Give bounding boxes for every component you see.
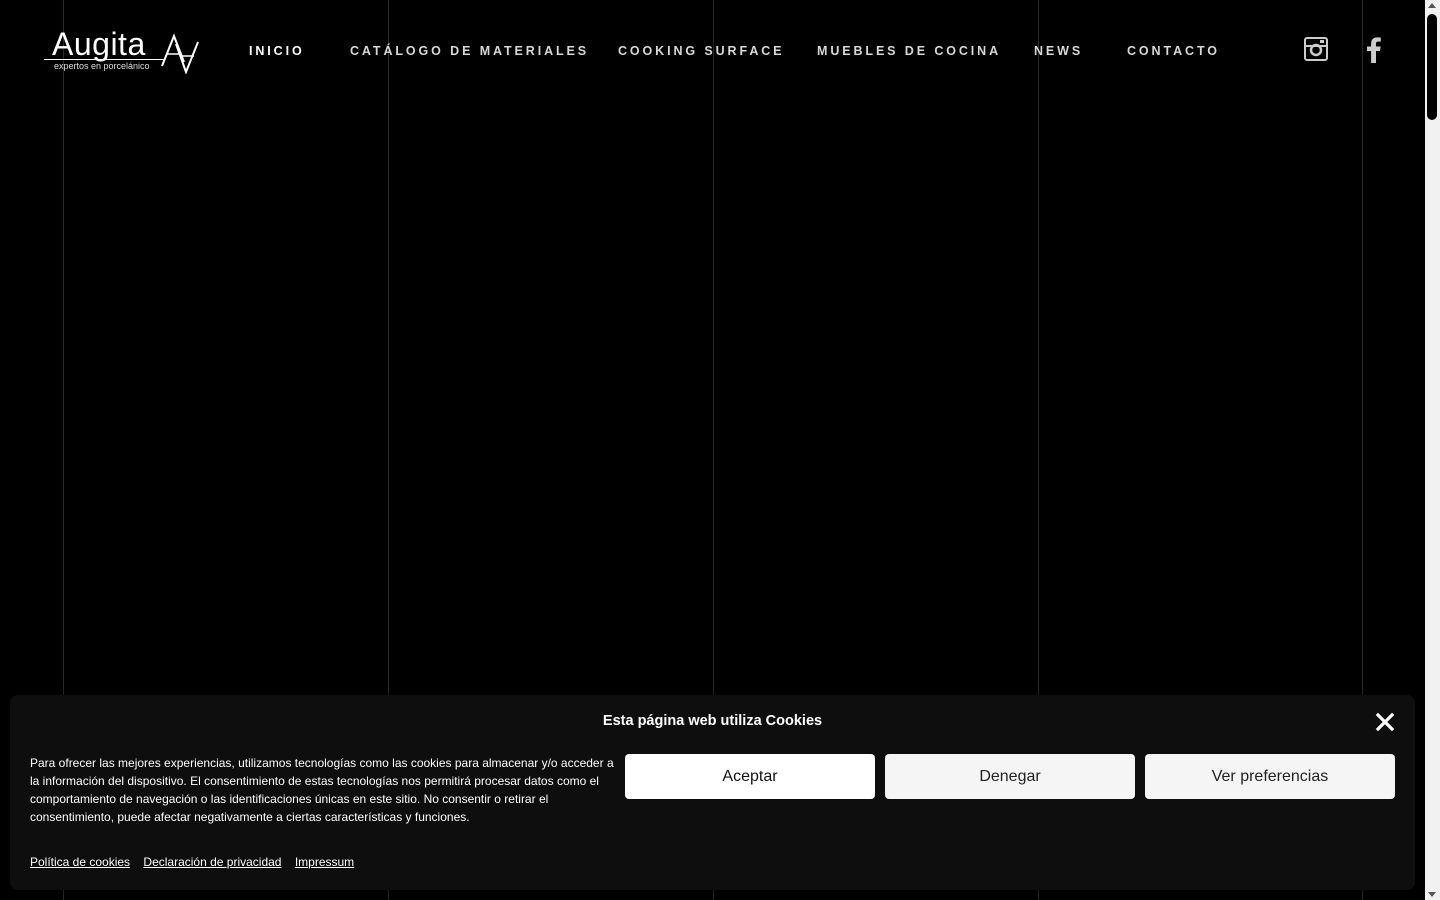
logo-tagline: expertos en porcelánico	[54, 61, 150, 71]
cookie-banner: Esta página web utiliza Cookies Para ofr…	[10, 695, 1415, 890]
cookie-banner-title: Esta página web utiliza Cookies	[602, 713, 823, 729]
nav-item-muebles[interactable]: MUEBLES DE COCINA	[817, 42, 1001, 60]
page-scrollbar[interactable]	[1425, 0, 1440, 900]
logo-wordmark: Augita	[52, 26, 146, 62]
site-header: Augita expertos en porcelánico INICIO CA…	[0, 0, 1425, 100]
cookie-banner-text: Para ofrecer las mejores experiencias, u…	[30, 756, 614, 824]
cookie-policy-links: Política de cookies Declaración de priva…	[30, 855, 364, 869]
privacy-statement-link[interactable]: Declaración de privacidad	[143, 855, 281, 869]
scrollbar-thumb[interactable]	[1427, 14, 1437, 120]
logo-link[interactable]: Augita expertos en porcelánico	[44, 26, 204, 78]
nav-item-news[interactable]: NEWS	[1034, 42, 1083, 60]
nav-item-inicio[interactable]: INICIO	[249, 42, 305, 60]
instagram-icon	[1304, 37, 1328, 61]
cookie-policy-link[interactable]: Política de cookies	[30, 855, 130, 869]
deny-button[interactable]: Denegar	[885, 754, 1135, 799]
facebook-link[interactable]	[1366, 37, 1382, 68]
instagram-link[interactable]	[1304, 37, 1328, 66]
impressum-link[interactable]: Impressum	[295, 855, 354, 869]
nav-item-cooking-surface[interactable]: COOKING SURFACE	[618, 42, 784, 60]
page: Augita expertos en porcelánico INICIO CA…	[0, 0, 1440, 900]
logo-underline	[44, 59, 164, 60]
facebook-icon	[1367, 37, 1381, 63]
av-monogram-icon	[161, 33, 199, 74]
view-preferences-button[interactable]: Ver preferencias	[1145, 754, 1395, 799]
scroll-up-arrow-icon[interactable]	[1428, 3, 1436, 8]
cookie-close-button[interactable]	[1375, 712, 1395, 732]
scroll-down-arrow-icon[interactable]	[1428, 892, 1436, 897]
accept-button[interactable]: Aceptar	[625, 754, 875, 799]
close-icon	[1375, 712, 1395, 732]
nav-item-contacto[interactable]: CONTACTO	[1127, 42, 1220, 60]
nav-item-catalogo[interactable]: CATÁLOGO DE MATERIALES	[350, 42, 589, 60]
